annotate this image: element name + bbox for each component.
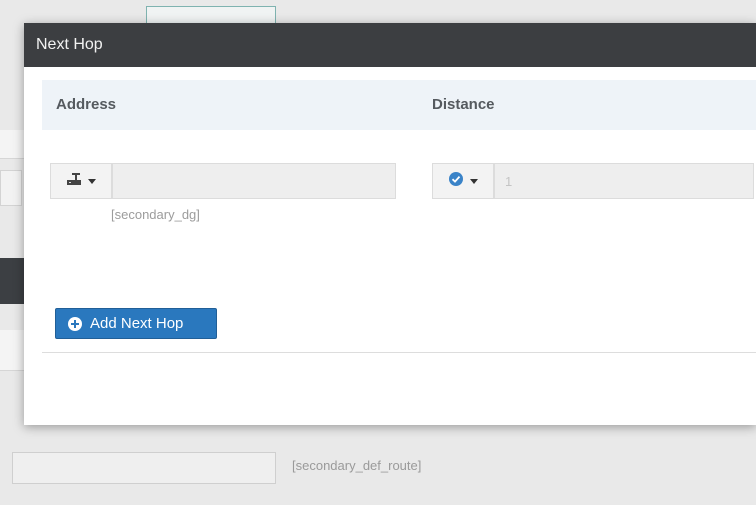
next-hop-row [50,163,756,199]
column-header-distance: Distance [432,96,495,113]
chevron-down-icon [88,178,96,184]
chevron-down-icon [470,178,478,184]
network-device-icon [66,172,82,191]
next-hop-modal: Next Hop Address Distance 1 [secondary_d… [24,23,756,425]
column-header-address: Address [56,96,117,113]
divider [42,352,756,353]
plus-circle-icon [68,316,82,331]
background-bar [0,258,26,304]
distance-type-dropdown[interactable] [432,163,494,199]
check-circle-icon [448,171,464,192]
table-header: Address Distance [42,80,756,130]
add-next-hop-label: Add Next Hop [90,315,184,332]
modal-title: Next Hop [24,23,756,67]
background-input [12,452,276,484]
background-cell [0,170,22,206]
address-hint: [secondary_dg] [111,207,200,222]
distance-input[interactable] [494,163,754,199]
background-hint: [secondary_def_route] [292,458,422,473]
add-next-hop-button[interactable]: Add Next Hop [55,308,217,339]
address-type-dropdown[interactable] [50,163,112,199]
address-input[interactable] [112,163,396,199]
